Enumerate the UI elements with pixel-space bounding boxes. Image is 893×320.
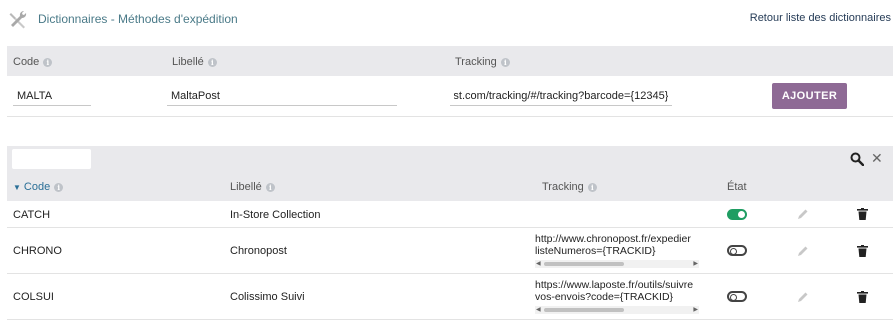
tracking-cell: http://www.chronopost.fr/expedier listeN…: [535, 233, 703, 270]
scroll-right-icon[interactable]: ▶: [693, 260, 698, 268]
trash-icon[interactable]: [857, 208, 868, 220]
label-column-header[interactable]: Libellé i: [230, 181, 275, 193]
state-toggle-off[interactable]: [727, 291, 747, 302]
page-header: Dictionnaires - Méthodes d'expédition Re…: [0, 0, 893, 40]
info-icon[interactable]: i: [54, 182, 64, 192]
back-to-dictionaries-link[interactable]: Retour liste des dictionnaires: [750, 12, 891, 24]
close-icon[interactable]: ✕: [871, 150, 883, 166]
state-column-header: État: [727, 181, 747, 193]
filter-input[interactable]: [12, 149, 91, 169]
scroll-right-icon[interactable]: ▶: [693, 306, 698, 314]
filter-bar: ✕: [7, 146, 893, 174]
info-icon[interactable]: i: [207, 57, 217, 67]
search-icon[interactable]: [850, 152, 864, 166]
info-icon[interactable]: i: [500, 57, 510, 67]
add-form-row: AJOUTER: [7, 76, 893, 117]
label-column-header: Libellé i: [172, 56, 217, 68]
horizontal-scrollbar[interactable]: ◀ ▶: [535, 260, 699, 268]
tracking-column-header[interactable]: Tracking i: [542, 181, 597, 193]
pencil-icon[interactable]: [797, 291, 809, 303]
state-toggle-off[interactable]: [727, 245, 747, 256]
row-label: Colissimo Suivi: [230, 291, 305, 303]
wrench-screwdriver-icon: [9, 10, 27, 29]
info-icon[interactable]: i: [587, 182, 597, 192]
add-button[interactable]: AJOUTER: [772, 83, 847, 109]
info-icon[interactable]: i: [265, 182, 275, 192]
row-label: In-Store Collection: [230, 209, 321, 221]
code-column-header: Code i: [13, 56, 53, 68]
row-code: COLSUI: [13, 291, 54, 303]
tracking-input[interactable]: [450, 86, 672, 106]
table-row: COLSUI Colissimo Suivi https://www.lapos…: [7, 274, 893, 320]
row-label: Chronopost: [230, 245, 287, 257]
pencil-icon[interactable]: [797, 208, 809, 220]
row-code: CATCH: [13, 209, 51, 221]
add-form-header: Code i Libellé i Tracking i: [7, 46, 893, 76]
tracking-line: vos-envois?code={TRACKID}: [535, 291, 674, 303]
state-toggle-on[interactable]: [727, 209, 747, 220]
trash-icon[interactable]: [857, 291, 868, 303]
info-icon[interactable]: i: [43, 57, 53, 67]
label-input[interactable]: [167, 86, 397, 106]
code-input[interactable]: [13, 86, 91, 106]
scrollbar-thumb[interactable]: [544, 308, 624, 312]
tracking-line: https://www.laposte.fr/outils/suivre: [535, 279, 694, 291]
pencil-icon[interactable]: [797, 245, 809, 257]
scroll-left-icon[interactable]: ◀: [536, 260, 541, 268]
caret-down-icon: ▼: [13, 183, 21, 192]
tracking-line: listeNumeros={TRACKID}: [535, 245, 656, 257]
table-row: CATCH In-Store Collection: [7, 201, 893, 228]
tracking-cell: https://www.laposte.fr/outils/suivre vos…: [535, 279, 703, 316]
tracking-column-header: Tracking i: [455, 56, 510, 68]
list-header: ▼ Code i Libellé i Tracking i État: [7, 174, 893, 201]
horizontal-scrollbar[interactable]: ◀ ▶: [535, 306, 699, 314]
tracking-line: http://www.chronopost.fr/expedier: [535, 233, 691, 245]
scrollbar-thumb[interactable]: [544, 262, 624, 266]
table-row: CHRONO Chronopost http://www.chronopost.…: [7, 228, 893, 274]
code-sort-header[interactable]: ▼ Code i: [13, 181, 64, 193]
row-code: CHRONO: [13, 245, 62, 257]
page-title: Dictionnaires - Méthodes d'expédition: [38, 12, 238, 26]
trash-icon[interactable]: [857, 245, 868, 257]
scroll-left-icon[interactable]: ◀: [536, 306, 541, 314]
